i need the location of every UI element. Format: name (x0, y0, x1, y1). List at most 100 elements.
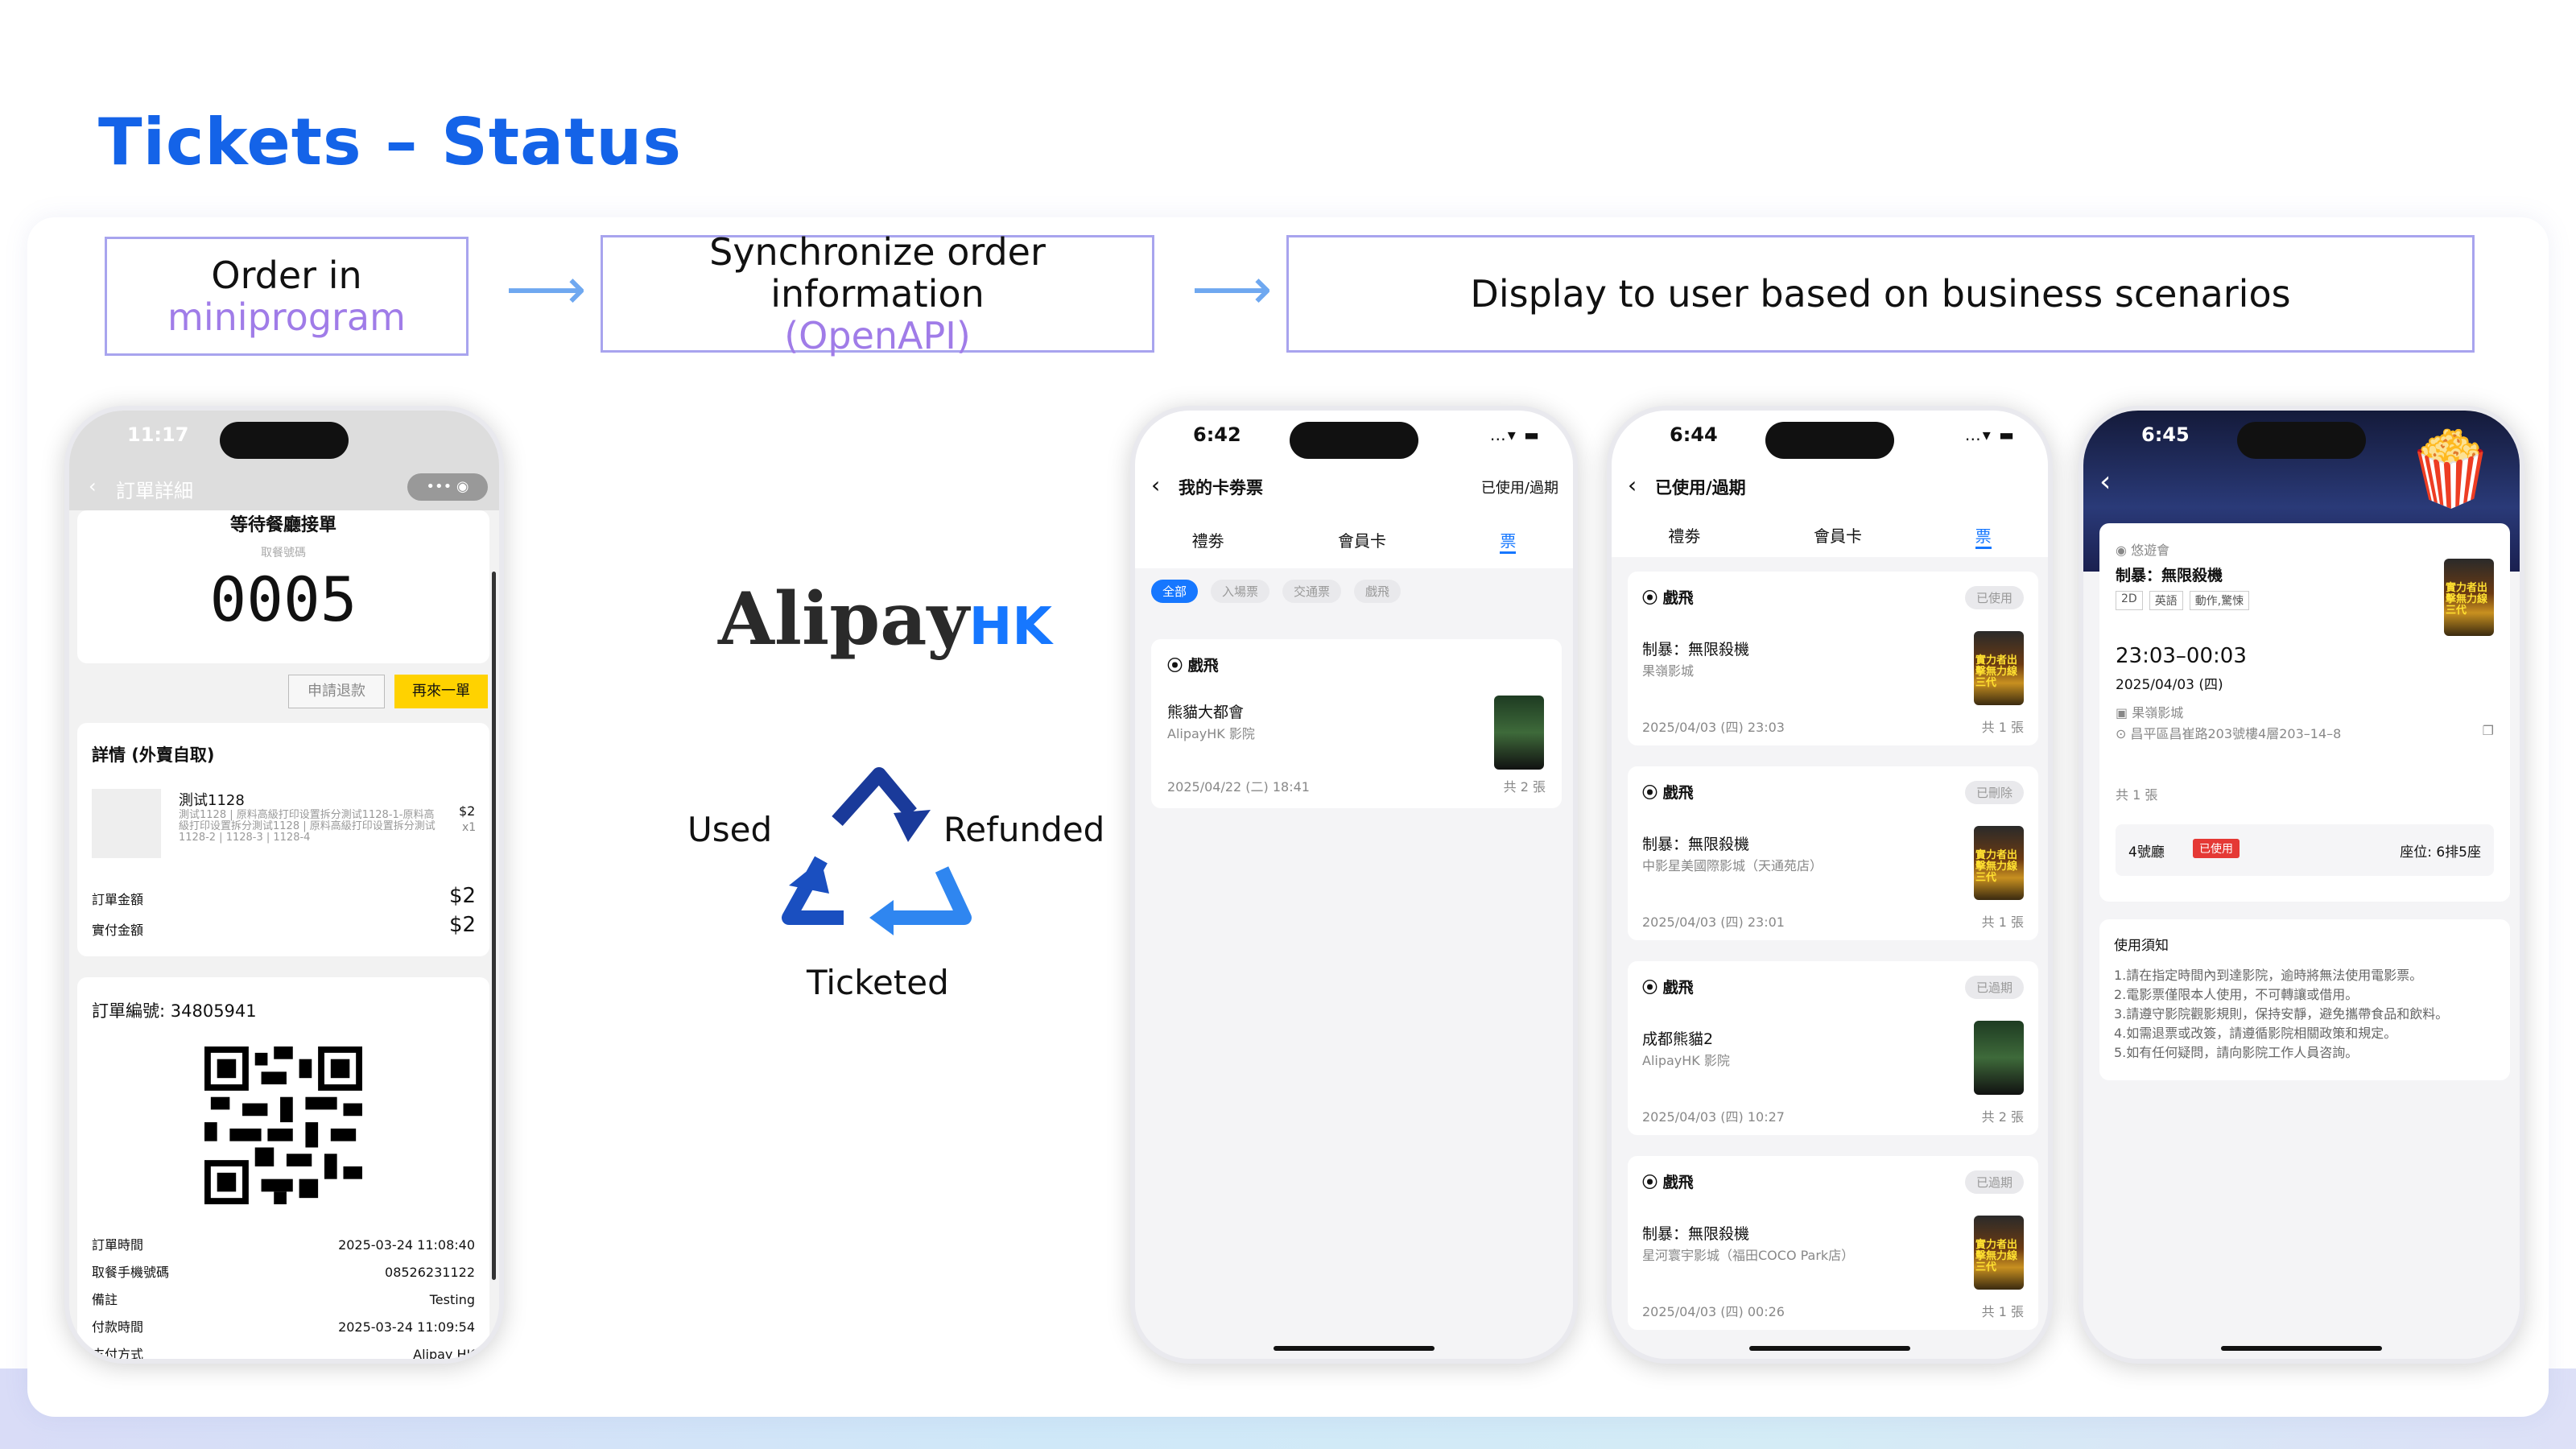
meta-row: 訂單時間 2025-03-24 11:08:40 (92, 1232, 475, 1259)
chip-transport[interactable]: 交通票 (1282, 580, 1342, 603)
order-info-card: 訂單編號: 34805941 訂單時間 2025-03-24 11:08:40 取… (77, 977, 489, 1359)
meta-key: 備註 (92, 1292, 118, 1307)
popcorn-icon: 🍿 (2405, 427, 2496, 511)
detail-card: 詳情 (外賣自取) 測试1128 測试1128 | 原料高級打印设置拆分測试11… (77, 723, 489, 956)
tab-vouchers[interactable]: 禮劵 (1192, 528, 1224, 554)
dynamic-island (220, 422, 349, 459)
item-desc: 測试1128 | 原料高級打印设置拆分測试1128-1-原料高級打印设置拆分測试… (179, 809, 436, 844)
back-icon[interactable]: ‹ (2099, 465, 2111, 498)
item-name: 測试1128 (179, 792, 245, 809)
order-status: 等待餐廳接單 (229, 515, 336, 535)
step-display: Display to user based on business scenar… (1286, 235, 2475, 353)
ticket-category: ⦿ 戲飛 (1642, 976, 1694, 997)
signal-wifi-battery-icon: …▾ ▬ (1489, 425, 1541, 444)
tab-tickets[interactable]: 票 (1975, 523, 1992, 549)
step-display-line1: Display to user based on business scenar… (1470, 272, 2291, 316)
copy-icon[interactable]: ❐ (2483, 723, 2494, 738)
more-icon: ••• (426, 478, 452, 495)
ticket-count: 共 1 張 (1981, 720, 2024, 735)
notice-card: 使用須知 1.請在指定時間內到達影院，逾時將無法使用電影票。 2.電影票僅限本人… (2099, 919, 2510, 1080)
used-expired-link[interactable]: 已使用/過期 (1481, 477, 1558, 497)
tab-bar: 禮劵 會員卡 票 (1612, 523, 2048, 549)
movie-poster: 實力者出擊無力線三代 (2444, 559, 2494, 636)
back-icon[interactable]: ‹ (89, 475, 97, 497)
paid-amount: $2 (449, 913, 477, 937)
ticket-card[interactable]: ⦿ 戲飛 已使用 制暴：無限殺機 果嶺影城 實力者出擊無力線三代 2025/04… (1628, 572, 2038, 745)
back-icon[interactable]: ‹ (1151, 472, 1160, 498)
ticket-detail-card: ◉ 悠遊會 制暴：無限殺機 2D 英語 動作,驚悚 實力者出擊無力線三代 23:… (2099, 523, 2510, 902)
back-icon[interactable]: ‹ (1628, 472, 1637, 498)
tag: 2D (2116, 591, 2143, 610)
status-time: 11:17 (127, 423, 189, 446)
tab-membership[interactable]: 會員卡 (1814, 523, 1862, 549)
home-indicator[interactable] (1749, 1346, 1910, 1351)
poster-text: 實力者出擊無力線三代 (1975, 654, 2018, 689)
ticket-count: 共 1 張 (1981, 1304, 2024, 1319)
dynamic-island (1290, 422, 1418, 459)
movie-name: 制暴：無限殺機 (2116, 567, 2223, 584)
status-badge: 已過期 (1964, 976, 2024, 999)
status-time: 6:42 (1193, 423, 1241, 446)
ticket-date: 2025/04/22 (二) 18:41 (1167, 779, 1310, 795)
meta-value: 2025-03-24 11:08:40 (338, 1237, 475, 1253)
ticket-venue: AlipayHK 影院 (1167, 726, 1255, 741)
ticket-card[interactable]: ⦿ 戲飛 熊貓大都會 AlipayHK 影院 2025/04/22 (二) 18… (1151, 639, 1562, 808)
seat: 座位: 6排5座 (2400, 844, 2481, 861)
ticket-date: 2025/04/03 (四) 23:03 (1642, 720, 1785, 735)
dynamic-island (2237, 422, 2366, 459)
tab-vouchers[interactable]: 禮劵 (1668, 523, 1700, 549)
movie-poster (1494, 696, 1544, 770)
tag: 英語 (2149, 591, 2183, 610)
ticket-count: 共 1 張 (2116, 787, 2158, 803)
refund-button[interactable]: 申請退款 (288, 675, 385, 708)
category-label: 戲飛 (1662, 589, 1694, 607)
cinema: ▣ 果嶺影城 (2116, 702, 2183, 721)
step-order-line1: Order in (211, 254, 362, 297)
chip-all[interactable]: 全部 (1151, 580, 1199, 603)
step-order-line2: miniprogram (167, 295, 406, 339)
capsule-menu[interactable]: ••• ◉ (407, 473, 488, 501)
home-indicator[interactable] (1274, 1346, 1435, 1351)
notice-item: 1.請在指定時間內到達影院，逾時將無法使用電影票。 (2114, 968, 2423, 983)
qr-code (204, 1046, 362, 1204)
poster-text: 實力者出擊無力線三代 (1975, 849, 2018, 884)
tab-membership[interactable]: 會員卡 (1338, 528, 1386, 554)
phone-my-tickets: 6:42 …▾ ▬ ‹ 我的卡劵票 已使用/過期 禮劵 會員卡 票 全部 入場票… (1130, 406, 1578, 1364)
order-number: 訂單編號: 34805941 (92, 1001, 257, 1021)
chip-entry[interactable]: 入場票 (1211, 580, 1270, 603)
movie-poster: 實力者出擊無力線三代 (1974, 631, 2024, 705)
meta-row: 備註 Testing (92, 1286, 475, 1314)
location-icon: ⊙ (2116, 726, 2127, 741)
alipay-logo-main: Alipay (718, 576, 969, 662)
order-amount-label: 訂單金額 (92, 892, 144, 907)
ticket-card[interactable]: ⦿ 戲飛 已過期 制暴：無限殺機 星河寰宇影城（福田COCO Park店） 實力… (1628, 1156, 2038, 1330)
category-label: 戲飛 (1187, 657, 1219, 675)
item-qty: x1 (462, 821, 477, 834)
poster-text: 實力者出擊無力線三代 (1975, 1239, 2018, 1274)
tab-tickets[interactable]: 票 (1500, 528, 1517, 554)
address: ⊙ 昌平區昌崔路203號樓4層203–14–8 (2116, 723, 2341, 742)
status-badge: 已使用 (1964, 586, 2024, 609)
ticket-category: ⦿ 戲飛 (1642, 1170, 1694, 1192)
reorder-button[interactable]: 再來一單 (394, 675, 488, 708)
item-image (92, 789, 161, 858)
ticket-card[interactable]: ⦿ 戲飛 已刪除 制暴：無限殺機 中影星美國際影城（天通苑店） 實力者出擊無力線… (1628, 766, 2038, 940)
status-badge: 已過期 (1964, 1170, 2024, 1194)
poster-text: 實力者出擊無力線三代 (2446, 582, 2488, 617)
order-amount: $2 (449, 884, 477, 908)
showtime: 23:03–00:03 (2116, 644, 2247, 668)
scrollbar[interactable] (492, 572, 496, 1280)
cinema-name: 果嶺影城 (2132, 705, 2184, 720)
status-badge: 已刪除 (1964, 781, 2024, 804)
nav-title: 已使用/過期 (1655, 478, 1746, 497)
film-icon: ⦿ (1167, 657, 1183, 675)
meta-row: 取餐手機號碼 08526231122 (92, 1259, 475, 1286)
ticket-card[interactable]: ⦿ 戲飛 已過期 成都熊貓2 AlipayHK 影院 2025/04/03 (四… (1628, 961, 2038, 1135)
ticket-venue: 中影星美國際影城（天通苑店） (1642, 858, 1823, 873)
ticket-venue: AlipayHK 影院 (1642, 1053, 1730, 1068)
category-label: 戲飛 (1662, 784, 1694, 802)
arrow-icon: ⟶ (506, 256, 587, 322)
chip-movie[interactable]: 戲飛 (1354, 580, 1402, 603)
home-indicator[interactable] (2221, 1346, 2382, 1351)
movie-poster: 實力者出擊無力線三代 (1974, 826, 2024, 900)
